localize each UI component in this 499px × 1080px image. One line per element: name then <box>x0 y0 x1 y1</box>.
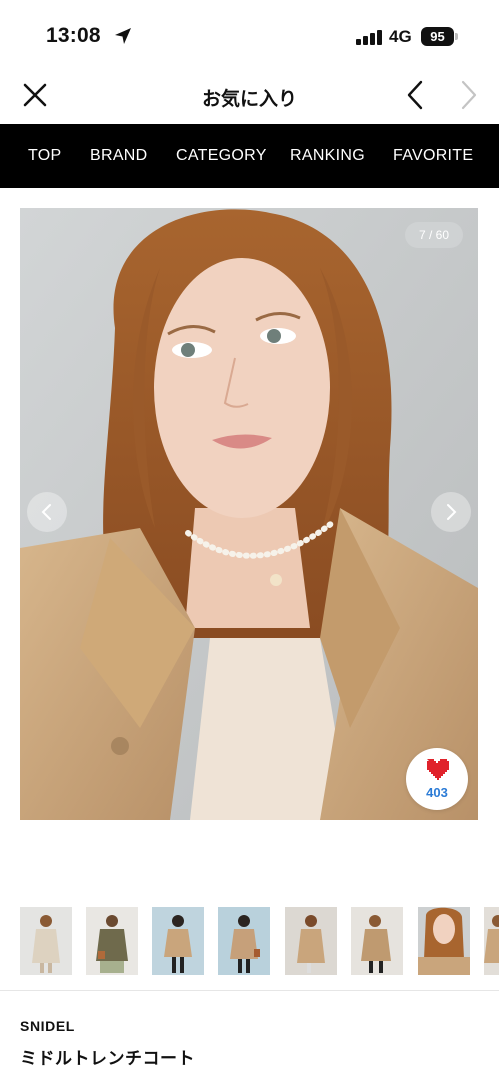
thumbnail[interactable] <box>351 907 403 975</box>
status-bar: 13:08 4G 95 <box>0 0 499 62</box>
battery-icon: 95 <box>421 27 454 46</box>
nav-item-favorite[interactable]: FAVORITE <box>393 147 473 165</box>
model-photo-illustration <box>20 208 478 820</box>
thumbnail[interactable] <box>418 907 470 975</box>
product-photo[interactable]: 7 / 60 403 <box>20 208 478 820</box>
battery-cap <box>455 33 458 40</box>
thumbnail[interactable] <box>218 907 270 975</box>
divider <box>0 990 499 991</box>
pixel-heart-icon <box>427 759 449 780</box>
thumbnail[interactable] <box>285 907 337 975</box>
favorite-count: 403 <box>426 785 448 800</box>
chevron-right-icon <box>447 504 457 520</box>
thumbnail[interactable] <box>484 907 499 975</box>
nav-item-ranking[interactable]: RANKING <box>290 147 365 165</box>
nav-item-brand[interactable]: BRAND <box>90 147 148 165</box>
chevron-left-icon[interactable] <box>400 78 430 112</box>
image-counter: 7 / 60 <box>404 222 463 248</box>
favorite-button[interactable]: 403 <box>406 748 468 810</box>
thumbnail[interactable] <box>86 907 138 975</box>
thumbnail[interactable] <box>152 907 204 975</box>
product-name: ミドルトレンチコート <box>20 1049 195 1068</box>
nav-item-top[interactable]: TOP <box>28 147 62 165</box>
category-nav: TOP BRAND CATEGORY RANKING FAVORITE <box>0 124 499 188</box>
nav-item-category[interactable]: CATEGORY <box>176 147 267 165</box>
cellular-signal-icon <box>356 29 382 45</box>
chevron-right-icon[interactable] <box>454 78 484 112</box>
chevron-left-icon <box>41 504 51 520</box>
thumbnail-strip <box>0 907 499 977</box>
photo-next-button[interactable] <box>431 492 471 532</box>
location-arrow-icon <box>115 28 131 44</box>
photo-prev-button[interactable] <box>27 492 67 532</box>
brand-name[interactable]: SNIDEL <box>20 1018 75 1034</box>
header: お気に入り <box>0 66 499 124</box>
thumbnail[interactable] <box>20 907 72 975</box>
network-type: 4G <box>389 27 412 46</box>
status-time: 13:08 <box>46 24 101 47</box>
